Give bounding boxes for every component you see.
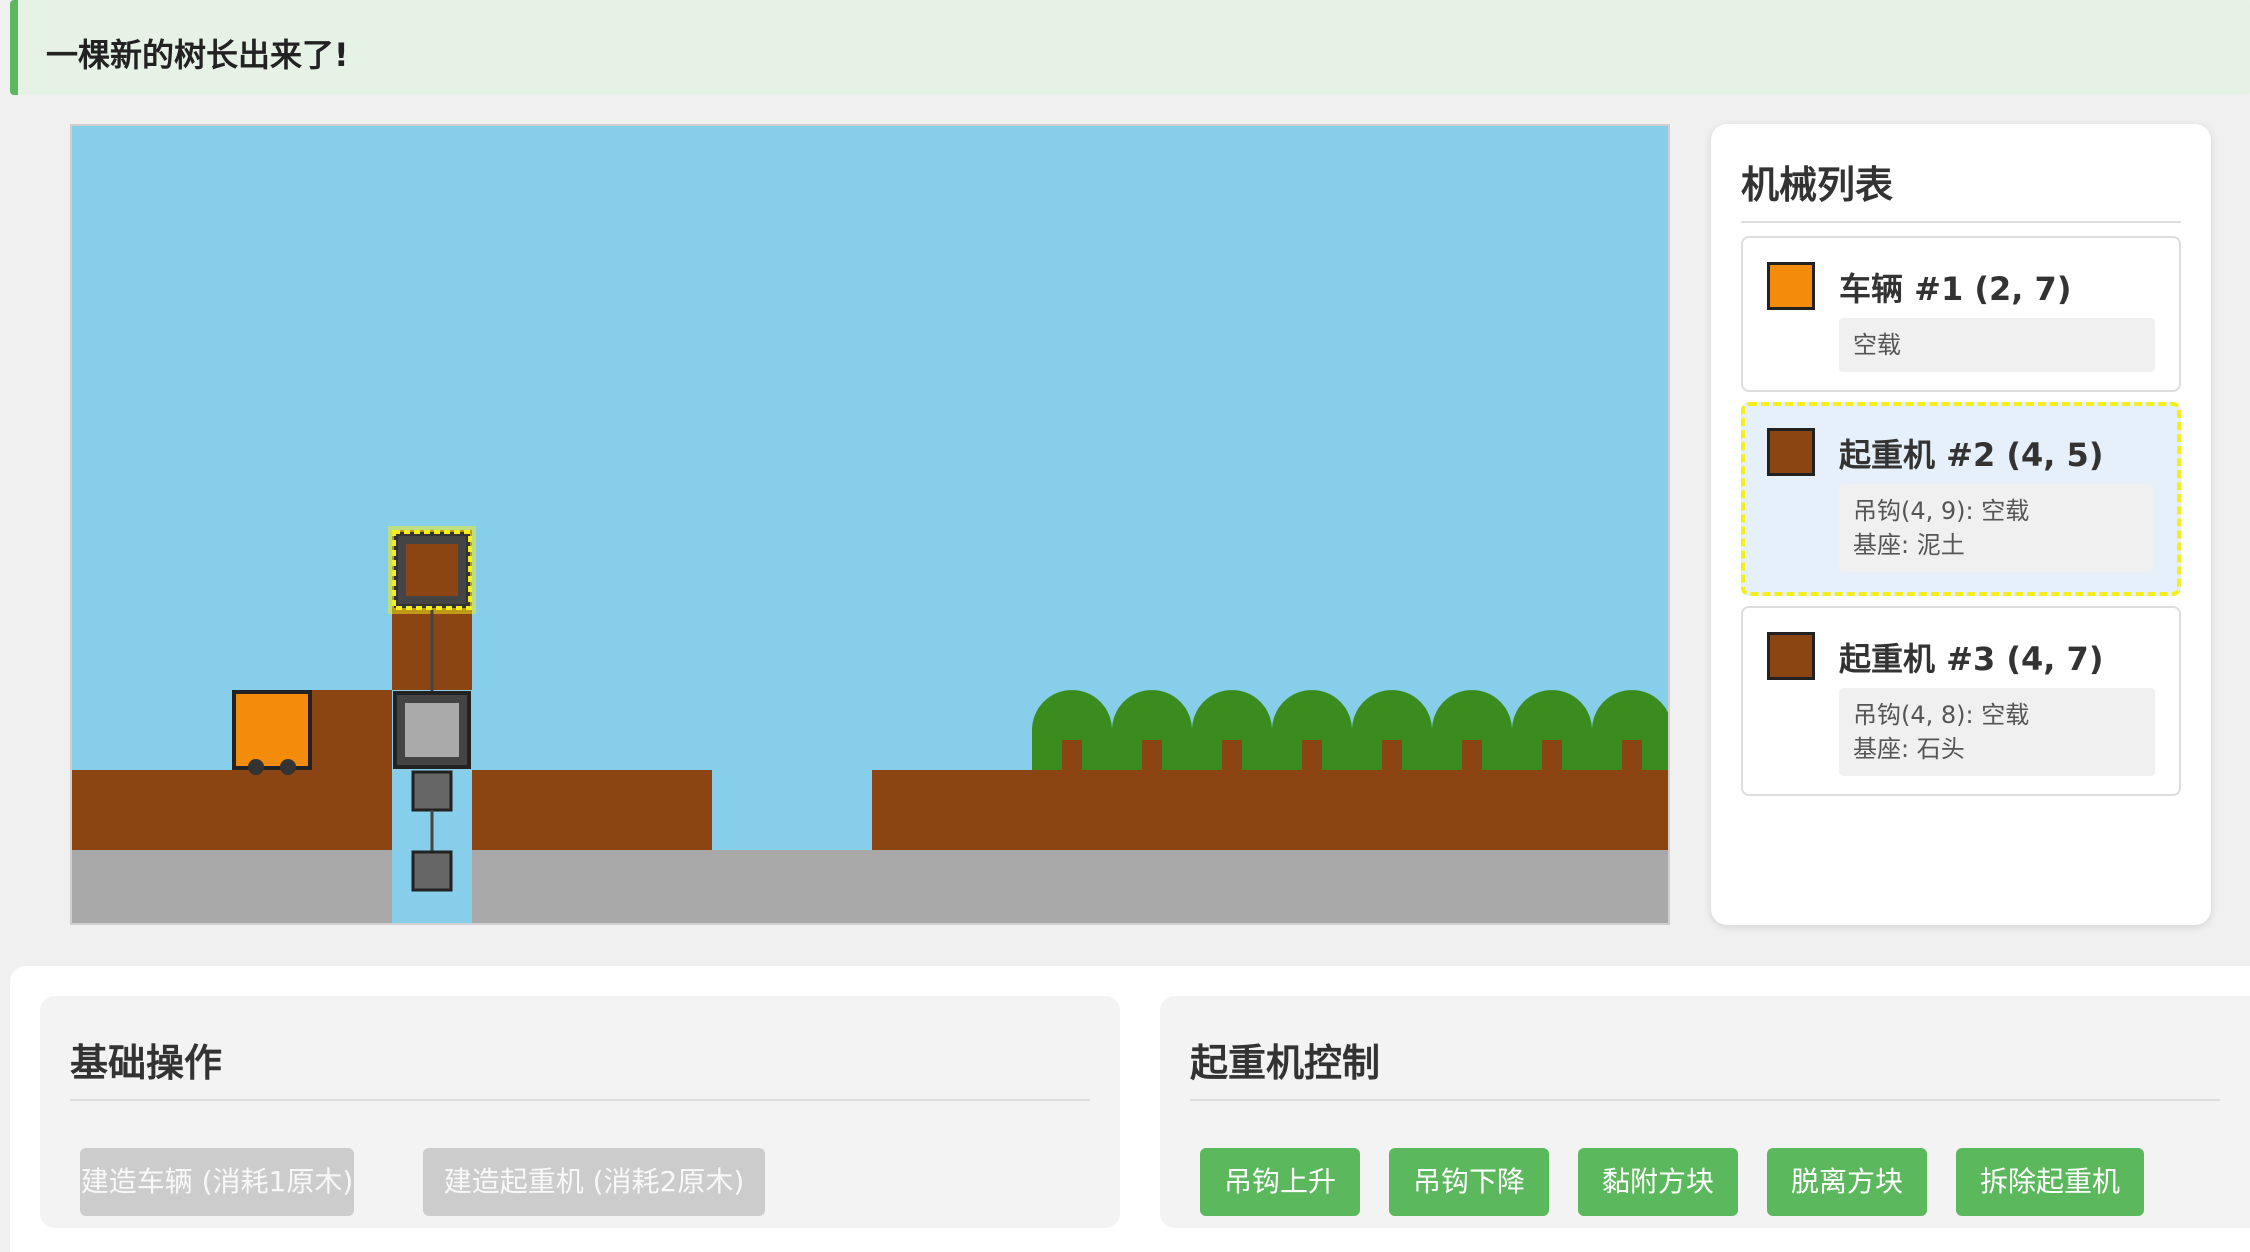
build-crane-button[interactable]: 建造起重机 (消耗2原木) (423, 1148, 765, 1216)
detach-block-button[interactable]: 脱离方块 (1767, 1148, 1927, 1216)
tree (1112, 690, 1192, 770)
control-area: 基础操作 建造车辆 (消耗1原木) 建造起重机 (消耗2原木) 起重机控制 吊钩… (10, 966, 2250, 1252)
machine-list-panel: 机械列表 车辆 #1 (2, 7) 空载 起重机 #2 (4, 5) 吊钩(4,… (1711, 124, 2211, 925)
tree (1032, 690, 1112, 770)
stone-layer (472, 850, 1668, 923)
remove-crane-button[interactable]: 拆除起重机 (1956, 1148, 2144, 1216)
dirt-block (312, 690, 392, 770)
tree (1432, 690, 1512, 770)
machine-card-crane-3[interactable]: 起重机 #3 (4, 7) 吊钩(4, 8): 空载 基座: 石头 (1741, 606, 2181, 796)
machine-detail: 吊钩(4, 8): 空载 基座: 石头 (1839, 688, 2155, 776)
machine-detail: 空载 (1839, 318, 2155, 372)
game-canvas[interactable] (70, 124, 1670, 925)
tree (1512, 690, 1592, 770)
basic-ops-title: 基础操作 (70, 1032, 1090, 1101)
machine-color-swatch (1767, 262, 1815, 310)
game-world[interactable] (72, 126, 1668, 923)
machine-card-vehicle-1[interactable]: 车辆 #1 (2, 7) 空载 (1741, 236, 2181, 392)
machine-status: 空载 (1853, 331, 1901, 359)
basic-ops-group: 基础操作 建造车辆 (消耗1原木) 建造起重机 (消耗2原木) (40, 996, 1120, 1228)
tree (1272, 690, 1352, 770)
crane-control-group: 起重机控制 吊钩上升 吊钩下降 黏附方块 脱离方块 拆除起重机 (1160, 996, 2250, 1228)
machine-title: 起重机 #2 (4, 5) (1839, 436, 2104, 474)
tree (1192, 690, 1272, 770)
hook-up-button[interactable]: 吊钩上升 (1200, 1148, 1360, 1216)
attach-block-button[interactable]: 黏附方块 (1578, 1148, 1738, 1216)
machine-title: 起重机 #3 (4, 7) (1839, 640, 2104, 678)
dirt-layer (872, 770, 1668, 850)
notification-text: 一棵新的树长出来了! (46, 36, 349, 74)
machine-hook-status: 吊钩(4, 9): 空载 (1853, 497, 2030, 525)
machine-card-crane-2[interactable]: 起重机 #2 (4, 5) 吊钩(4, 9): 空载 基座: 泥土 (1741, 402, 2181, 596)
machine-color-swatch (1767, 428, 1815, 476)
tree (1352, 690, 1432, 770)
machine-title: 车辆 #1 (2, 7) (1839, 270, 2072, 308)
machine-detail: 吊钩(4, 9): 空载 基座: 泥土 (1839, 484, 2153, 572)
crane-control-title: 起重机控制 (1190, 1032, 2220, 1101)
machine-base: 基座: 泥土 (1853, 531, 1965, 559)
machine-list-title: 机械列表 (1741, 154, 2181, 223)
machine-color-swatch (1767, 632, 1815, 680)
hook-down-button[interactable]: 吊钩下降 (1389, 1148, 1549, 1216)
build-vehicle-button[interactable]: 建造车辆 (消耗1原木) (80, 1148, 354, 1216)
vehicle-1[interactable] (232, 690, 312, 775)
machine-base: 基座: 石头 (1853, 735, 1965, 763)
notification-banner: 一棵新的树长出来了! (10, 0, 2250, 95)
machine-hook-status: 吊钩(4, 8): 空载 (1853, 701, 2030, 729)
stone-layer (72, 850, 392, 923)
